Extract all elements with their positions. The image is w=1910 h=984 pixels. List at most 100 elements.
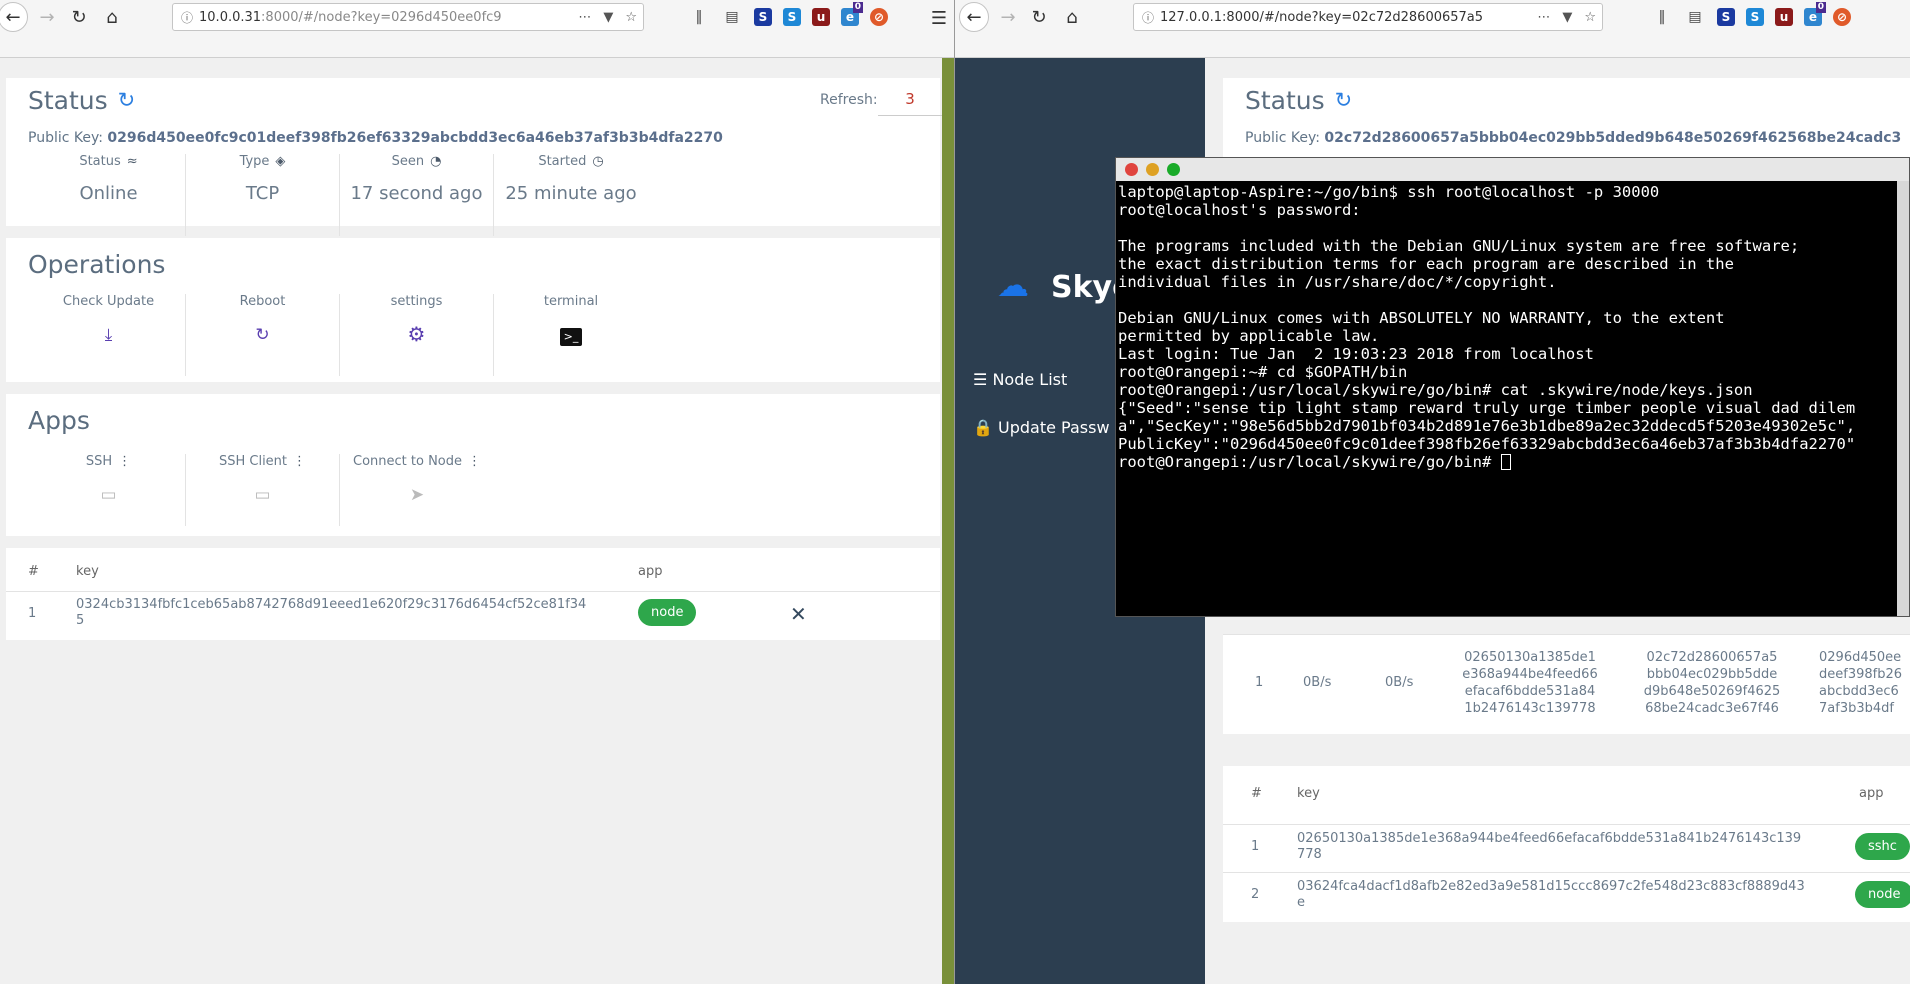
table-row: 1 02650130a1385de1e368a944be4feed66efaca… <box>1223 824 1910 872</box>
operations-title: Operations <box>28 250 166 279</box>
terminal-titlebar[interactable] <box>1116 158 1909 181</box>
home-icon[interactable]: ⌂ <box>99 4 125 30</box>
right-public-key-line: Public Key: 02c72d28600657a5bbb04ec029bb… <box>1245 130 1902 146</box>
more-vert-icon[interactable]: ⋮ <box>293 454 306 469</box>
menu-hamburger-icon[interactable]: ☰ <box>926 5 952 31</box>
more-vert-icon[interactable]: ⋮ <box>118 454 131 469</box>
public-key-line: Public Key: 0296d450ee0fc9c01deef398fb26… <box>28 130 723 146</box>
table-header-key: key <box>76 564 99 579</box>
timer-icon: ◷ <box>592 154 604 169</box>
right-toolbar: ← → ↻ ⌂ ⓘ 127.0.0.1:8000/#/node?key=02c7… <box>955 0 1910 58</box>
close-window-icon[interactable] <box>1125 163 1138 176</box>
extension-s2-icon[interactable]: S <box>1746 8 1764 26</box>
app-ssh-client[interactable]: SSH Client ⋮ ▭ <box>186 454 340 526</box>
op-reboot[interactable]: Reboot ↻ <box>186 294 340 376</box>
extension-s-icon[interactable]: S <box>1717 8 1735 26</box>
left-url-text[interactable]: 10.0.0.31:8000/#/node?key=0296d450ee0fc9 <box>199 10 572 25</box>
table-row: 1 0324cb3134fbfc1ceb65ab8742768d91eeed1e… <box>6 591 940 639</box>
op-terminal[interactable]: terminal >_ <box>494 294 648 376</box>
page-actions-icon[interactable]: ⋯ <box>1537 10 1550 25</box>
right-status-title: Status ↻ <box>1245 86 1353 115</box>
bookmark-star-icon[interactable]: ☆ <box>625 10 637 25</box>
bookmark-star-icon[interactable]: ☆ <box>1584 10 1596 25</box>
back-icon[interactable]: ← <box>959 2 989 32</box>
refresh-icon[interactable]: ↻ <box>118 88 136 112</box>
left-toolbar: ← → ↻ ⌂ ⓘ 10.0.0.31:8000/#/node?key=0296… <box>0 0 954 58</box>
app-badge: node <box>638 599 697 626</box>
status-cell-status: Status ≈ Online <box>32 154 186 236</box>
more-vert-icon[interactable]: ⋮ <box>468 454 481 469</box>
send-icon: ➤ <box>409 485 425 505</box>
gear-icon[interactable]: ⚙ <box>340 322 493 346</box>
ublock-icon[interactable]: u <box>812 8 830 26</box>
row-key: 02650130a1385de1e368a944be4feed66efacaf6… <box>1297 831 1802 862</box>
list-icon: ☰ <box>973 370 988 389</box>
forward-icon[interactable]: → <box>995 4 1021 30</box>
right-url-bar[interactable]: ⓘ 127.0.0.1:8000/#/node?key=02c72d286006… <box>1133 3 1603 31</box>
reboot-icon[interactable]: ↻ <box>186 325 339 345</box>
op-settings[interactable]: settings ⚙ <box>340 294 494 376</box>
refresh-icon[interactable]: ↻ <box>1335 88 1353 112</box>
terminal-prompt: root@Orangepi:/usr/local/skywire/go/bin# <box>1118 453 1501 471</box>
sidebar-toggle-icon[interactable]: ▤ <box>721 6 743 28</box>
row-key: 03624fca4dacf1d8afb2e82ed3a9e581d15ccc86… <box>1297 879 1805 910</box>
maximize-window-icon[interactable] <box>1167 163 1180 176</box>
right-app-table: # key app 1 02650130a1385de1e368a944be4f… <box>1223 766 1910 922</box>
info-icon[interactable]: ⓘ <box>181 9 193 26</box>
left-browser-window: ← → ↻ ⌂ ⓘ 10.0.0.31:8000/#/node?key=0296… <box>0 0 954 984</box>
conn-key-2: 02c72d28600657a5 bbb04ec029bb5dde d9b648e5… <box>1643 650 1781 716</box>
extension-s-icon[interactable]: S <box>754 8 772 26</box>
sidebar-item-node-list[interactable]: ☰ Node List <box>973 370 1067 389</box>
status-cell-seen: Seen ◔ 17 second ago <box>340 154 494 236</box>
pocket-icon[interactable]: ▼ <box>1562 10 1572 25</box>
terminal-scrollbar[interactable] <box>1897 181 1909 616</box>
terminal-cursor <box>1500 454 1511 470</box>
pie-clock-icon: ◔ <box>430 154 442 169</box>
status-cell-type: Type ◈ TCP <box>186 154 340 236</box>
info-icon[interactable]: ⓘ <box>1142 9 1154 26</box>
refresh-label: Refresh: <box>820 92 878 108</box>
reload-icon[interactable]: ↻ <box>1026 4 1052 30</box>
library-icon[interactable]: ‖ <box>1651 6 1673 28</box>
cloud-logo-icon: ☁ <box>997 266 1029 304</box>
apps-title: Apps <box>28 406 90 435</box>
status-card: Status ↻ Refresh: 3 Public Key: 0296d450e… <box>6 78 942 236</box>
extension-badge-icon[interactable]: e0 <box>1804 2 1826 26</box>
left-url-bar[interactable]: ⓘ 10.0.0.31:8000/#/node?key=0296d450ee0f… <box>172 3 644 31</box>
extension-circle-icon[interactable]: ⊘ <box>1833 8 1851 26</box>
terminal-output[interactable]: laptop@laptop-Aspire:~/go/bin$ ssh root@… <box>1116 181 1909 616</box>
extension-badge-icon[interactable]: e0 <box>841 2 863 26</box>
right-url-text[interactable]: 127.0.0.1:8000/#/node?key=02c72d28600657… <box>1160 10 1531 25</box>
reload-icon[interactable]: ↻ <box>66 4 92 30</box>
left-extension-icons: ‖ ▤ S S u e0 ⊘ <box>688 2 888 28</box>
apps-card: Apps SSH ⋮ ▭ SSH Client ⋮ ▭ Connect to Nod… <box>6 394 940 536</box>
ublock-icon[interactable]: u <box>1775 8 1793 26</box>
conn-key-3: 0296d450ee deef398fb26 abcbdd3ec6 7af3b3b4d… <box>1819 650 1903 716</box>
table-header-index: # <box>28 564 39 579</box>
pocket-icon[interactable]: ▼ <box>603 10 613 25</box>
table-header-app: app <box>638 564 663 579</box>
right-extension-icons: ‖ ▤ S S u e0 ⊘ <box>1651 2 1851 28</box>
home-icon[interactable]: ⌂ <box>1059 4 1085 30</box>
op-check-update[interactable]: Check Update ⤓ <box>32 294 186 376</box>
forward-icon[interactable]: → <box>34 4 60 30</box>
close-icon[interactable]: ✕ <box>790 602 807 626</box>
refresh-input[interactable]: 3 <box>878 90 942 116</box>
apps-table: # key app 1 0324cb3134fbfc1ceb65ab874276… <box>6 548 940 640</box>
extension-s2-icon[interactable]: S <box>783 8 801 26</box>
back-icon[interactable]: ← <box>0 2 28 32</box>
conn-key-1: 02650130a1385de1 e368a944be4feed66 efacaf6… <box>1462 650 1598 716</box>
terminal-icon[interactable]: >_ <box>494 325 648 346</box>
extension-circle-icon[interactable]: ⊘ <box>870 8 888 26</box>
right-conn-table: 1 0B/s 0B/s 02650130a1385de1 e368a944be4f… <box>1223 634 1910 734</box>
terminal-window[interactable]: laptop@laptop-Aspire:~/go/bin$ ssh root@… <box>1115 157 1910 617</box>
page-actions-icon[interactable]: ⋯ <box>578 10 591 25</box>
download-icon[interactable]: ⤓ <box>32 325 185 345</box>
app-connect-to-node[interactable]: Connect to Node ⋮ ➤ <box>340 454 494 526</box>
minimize-window-icon[interactable] <box>1146 163 1159 176</box>
library-icon[interactable]: ‖ <box>688 6 710 28</box>
sidebar-item-update-password[interactable]: 🔒 Update Passw <box>973 418 1110 437</box>
app-ssh[interactable]: SSH ⋮ ▭ <box>32 454 186 526</box>
left-scrollbar[interactable] <box>942 58 954 984</box>
sidebar-toggle-icon[interactable]: ▤ <box>1684 6 1706 28</box>
